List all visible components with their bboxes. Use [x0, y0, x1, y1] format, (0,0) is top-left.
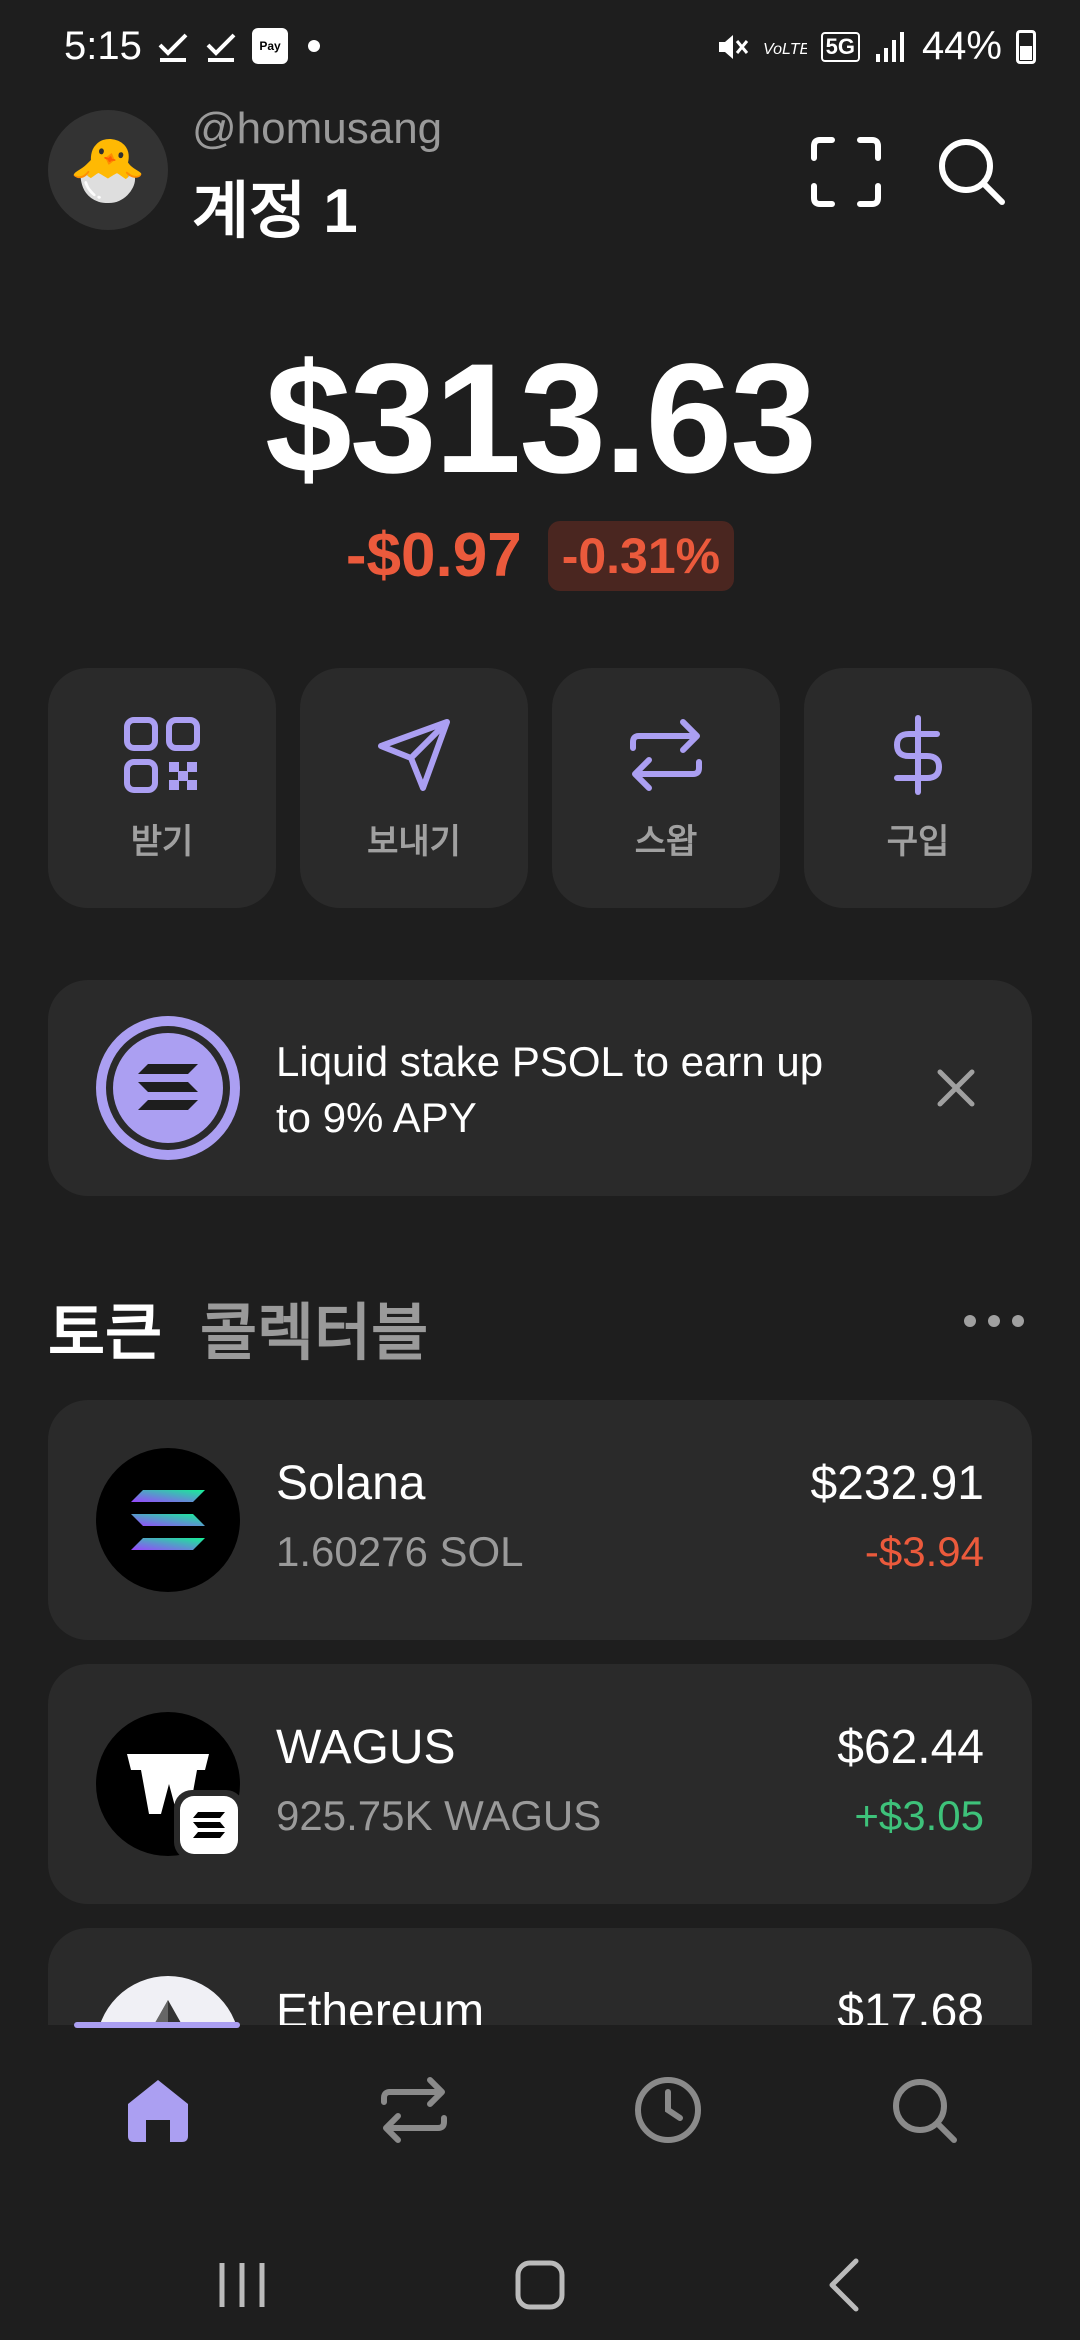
balance-change-amount: -$0.97: [345, 521, 522, 590]
token-name: Ethereum: [276, 1985, 485, 2025]
swap-label: 스왑: [634, 822, 698, 861]
recent-apps-icon[interactable]: [212, 2255, 272, 2315]
home-icon[interactable]: [118, 2070, 198, 2150]
buy-button[interactable]: 구입: [804, 668, 1032, 908]
tab-tokens[interactable]: 토큰: [48, 1282, 162, 1372]
status-right-icons: VoLTE 5G 44%: [715, 24, 1036, 69]
send-label: 보내기: [367, 822, 461, 861]
swap-icon: [630, 718, 702, 791]
token-name: Solana: [276, 1457, 426, 1510]
token-value: $232.91: [810, 1457, 984, 1510]
receive-button[interactable]: 받기: [48, 668, 276, 908]
token-value: $17.68: [837, 1985, 984, 2025]
promo-text: Liquid stake PSOL to earn up to 9% APY: [276, 1038, 824, 1141]
ethereum-logo-icon: [96, 1976, 240, 2025]
balance-change-row: -$0.97 -0.31%: [0, 520, 1080, 591]
solana-logo-icon: [96, 1448, 240, 1592]
swap-icon[interactable]: [374, 2070, 454, 2150]
svg-text:VoLTE: VoLTE: [763, 41, 807, 58]
home-system-icon[interactable]: [510, 2255, 570, 2315]
more-options-icon[interactable]: [964, 1306, 1024, 1336]
qr-icon: [124, 716, 200, 793]
battery-percent: 44%: [921, 24, 1002, 68]
token-name: WAGUS: [276, 1721, 456, 1774]
token-list-clip: Ethereum $17.68: [0, 1900, 1080, 2025]
status-time: 5:15: [64, 24, 142, 68]
back-icon[interactable]: [816, 2255, 876, 2315]
system-navigation-bar: [0, 2225, 1080, 2340]
search-icon[interactable]: [884, 2070, 964, 2150]
token-row-ethereum[interactable]: Ethereum $17.68: [48, 1928, 1032, 2025]
solana-chain-badge-icon: [174, 1790, 244, 1860]
signal-icon: [875, 31, 904, 62]
battery-icon: [1016, 29, 1036, 64]
history-icon[interactable]: [628, 2070, 708, 2150]
search-icon[interactable]: [932, 132, 1012, 212]
send-button[interactable]: 보내기: [300, 668, 528, 908]
network-badge: 5G: [820, 31, 860, 62]
token-row-solana[interactable]: Solana 1.60276 SOL $232.91 -$3.94: [48, 1400, 1032, 1640]
total-balance: $313.63: [265, 332, 817, 506]
balance-change-percent-badge: -0.31%: [547, 520, 735, 591]
status-notification-icons: Pay: [156, 28, 320, 64]
mute-icon: [718, 34, 748, 59]
solana-stake-icon: [96, 1016, 240, 1160]
swap-button[interactable]: 스왑: [552, 668, 780, 908]
staking-promo-banner[interactable]: Liquid stake PSOL to earn up to 9% APY: [48, 980, 1032, 1196]
volte-icon: VoLTE: [763, 41, 807, 58]
buy-label: 구입: [886, 822, 950, 861]
scan-icon[interactable]: [806, 132, 886, 212]
check-icon: [206, 33, 236, 62]
token-row-wagus[interactable]: WAGUS 925.75K WAGUS $62.44 +$3.05: [48, 1664, 1032, 1904]
account-handle[interactable]: @homusang: [192, 104, 442, 154]
token-change: -$3.94: [864, 1528, 984, 1575]
account-name[interactable]: 계정 1: [192, 160, 358, 250]
token-amount: 925.75K WAGUS: [276, 1792, 602, 1839]
active-tab-indicator: [74, 2022, 240, 2028]
close-icon[interactable]: [916, 1048, 996, 1128]
send-icon: [378, 718, 450, 791]
dollar-icon: [893, 714, 943, 795]
tab-collectibles[interactable]: 콜렉터블: [200, 1282, 428, 1372]
token-amount: 1.60276 SOL: [276, 1528, 524, 1575]
check-icon: [158, 33, 188, 62]
token-value: $62.44: [837, 1721, 984, 1774]
avatar[interactable]: 🐣: [48, 110, 168, 230]
notification-dot-icon: [308, 40, 320, 52]
token-change: +$3.05: [854, 1792, 984, 1839]
receive-label: 받기: [130, 822, 194, 861]
pay-app-icon: Pay: [252, 28, 288, 64]
